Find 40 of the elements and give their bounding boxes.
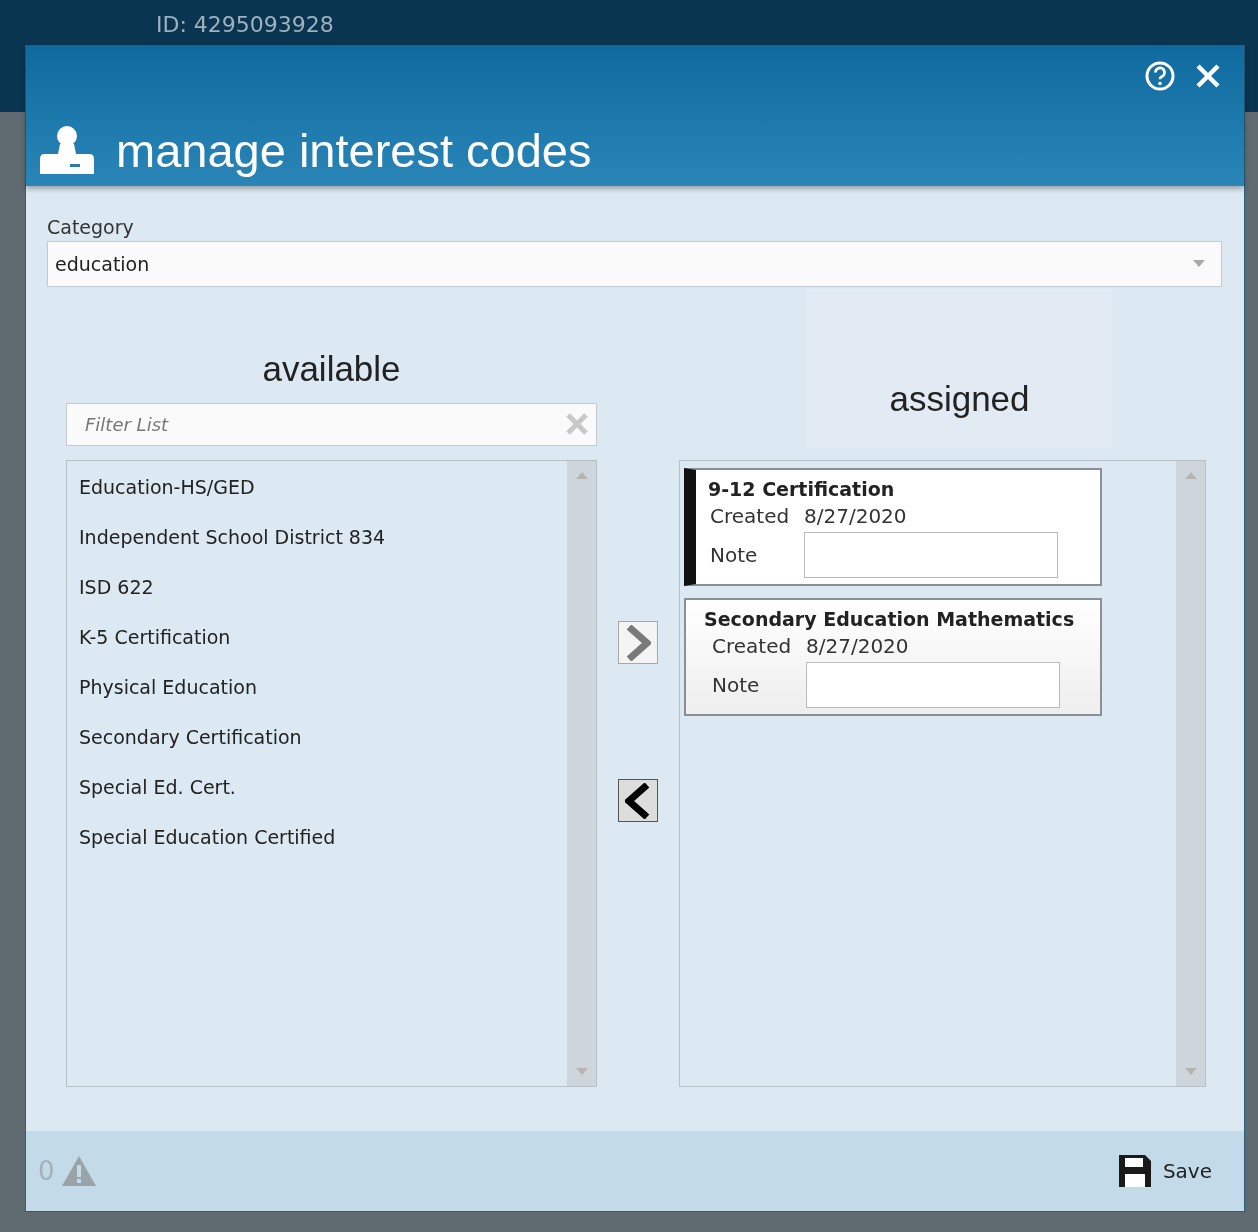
created-date: 8/27/2020 (806, 634, 909, 658)
scroll-down-icon[interactable] (575, 1068, 588, 1076)
note-field[interactable] (804, 532, 1058, 578)
scroll-up-icon[interactable] (1184, 471, 1197, 479)
note-field[interactable] (806, 662, 1060, 708)
assigned-heading: assigned (889, 379, 1030, 419)
scroll-down-icon[interactable] (1184, 1068, 1197, 1076)
list-item[interactable]: Physical Education (79, 675, 257, 699)
close-icon[interactable] (1194, 62, 1222, 90)
dropdown-caret-icon (1193, 260, 1205, 268)
warning-icon[interactable] (60, 1155, 97, 1187)
list-item[interactable]: Independent School District 834 (79, 525, 386, 549)
scroll-up-icon[interactable] (575, 471, 588, 479)
created-date: 8/27/2020 (804, 504, 907, 528)
note-label: Note (712, 673, 761, 697)
clear-icon[interactable] (565, 412, 589, 436)
save-button[interactable]: Save (1116, 1153, 1212, 1189)
card-title: Secondary Education Mathematics (704, 608, 1075, 630)
scrollbar[interactable] (1176, 461, 1205, 1086)
created-label: Created (712, 634, 793, 658)
list-item[interactable]: K-5 Certification (79, 625, 231, 649)
record-id: ID: 4295093928 (156, 12, 334, 37)
list-item[interactable]: Secondary Certification (79, 725, 302, 749)
available-heading: available (262, 349, 401, 389)
list-item[interactable]: Special Ed. Cert. (79, 775, 236, 799)
assigned-card[interactable]: Secondary Education Mathematics Created 8/27/2020 Note (684, 598, 1102, 716)
person-icon (40, 124, 94, 174)
list-item[interactable]: ISD 622 (79, 575, 154, 599)
filter-field[interactable]: Filter List (66, 403, 597, 446)
note-label: Note (710, 543, 759, 567)
scrollbar[interactable] (567, 461, 596, 1086)
card-title: 9-12 Certification (708, 478, 895, 500)
category-label: Category (47, 216, 134, 238)
help-icon[interactable] (1144, 60, 1176, 92)
list-item[interactable]: Special Education Certified (79, 825, 336, 849)
category-dropdown[interactable]: education (47, 241, 1222, 287)
list-item[interactable]: Education-HS/GED (79, 475, 255, 499)
assigned-card[interactable]: 9-12 Certification Created 8/27/2020 Note (684, 468, 1102, 586)
created-label: Created (710, 504, 791, 528)
move-left-button[interactable] (618, 779, 658, 822)
